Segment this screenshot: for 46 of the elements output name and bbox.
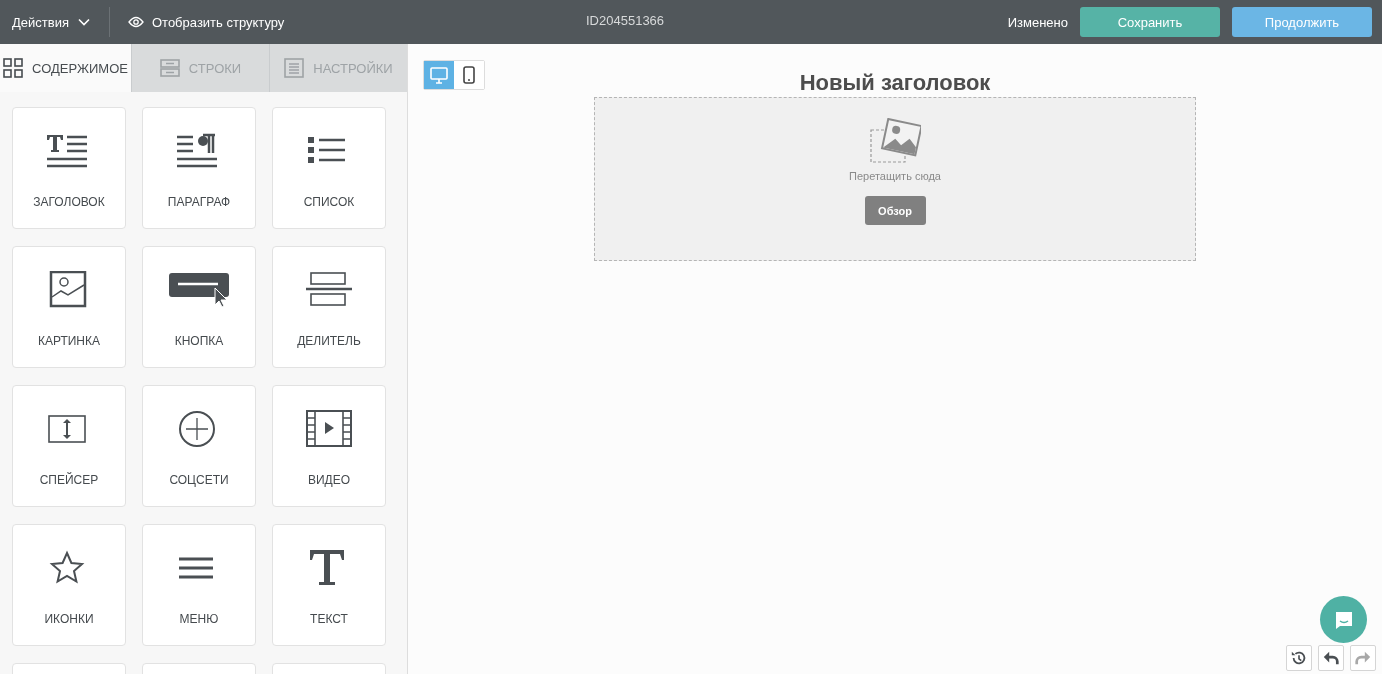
- block-label: МЕНЮ: [179, 612, 219, 626]
- block-label: СОЦСЕТИ: [169, 473, 229, 487]
- film-play-icon: [305, 410, 353, 450]
- block-label: ПАРАГРАФ: [167, 195, 231, 209]
- document-icon: [284, 58, 305, 78]
- content-block-tile[interactable]: СПИСОК: [272, 107, 386, 229]
- drop-hint: Перетащить сюда: [849, 170, 941, 182]
- block-label: ИКОНКИ: [44, 612, 94, 626]
- show-structure-toggle[interactable]: Отобразить структуру: [127, 14, 285, 30]
- content-block-tile[interactable]: ДЕЛИТЕЛЬ: [272, 246, 386, 368]
- content-block-tile[interactable]: ЗАГОЛОВОК: [12, 107, 126, 229]
- content-block-tile[interactable]: СПЕЙСЕР: [12, 385, 126, 507]
- block-label: ВИДЕО: [307, 473, 351, 487]
- content-block-tile[interactable]: КАРТИНКА: [12, 246, 126, 368]
- image-drop-zone[interactable]: Перетащить сюда Обзор: [594, 97, 1196, 261]
- block-label: ЗАГОЛОВОК: [33, 195, 105, 209]
- save-status: Изменено: [1007, 14, 1068, 30]
- content-block-tile[interactable]: ТЕКСТ: [272, 524, 386, 646]
- block-label: СПЕЙСЕР: [39, 473, 99, 487]
- image-placeholder-icon: [869, 118, 921, 164]
- content-block-tile[interactable]: СОЦСЕТИ: [142, 385, 256, 507]
- rows-icon: [159, 58, 180, 78]
- content-block-tile[interactable]: ИКОНКИ: [12, 524, 126, 646]
- eye-icon: [127, 16, 144, 28]
- block-label: КНОПКА: [174, 334, 224, 348]
- block-label: ТЕКСТ: [310, 612, 348, 626]
- sidebar-tab[interactable]: СОДЕРЖИМОЕ: [0, 44, 132, 92]
- content-block-tile[interactable]: ПАРАГРАФ: [142, 107, 256, 229]
- content-block-tile[interactable]: ВИДЕО: [272, 385, 386, 507]
- content-block-tile[interactable]: КНОПКА: [142, 246, 256, 368]
- history-icon: [1290, 649, 1308, 667]
- undo-icon: [1322, 649, 1340, 667]
- grid-icon: [3, 58, 24, 78]
- block-label: ДЕЛИТЕЛЬ: [297, 334, 361, 348]
- document-id: ID204551366: [586, 13, 665, 28]
- redo-icon: [1354, 649, 1372, 667]
- block-label: СПИСОК: [303, 195, 355, 209]
- browse-button[interactable]: Обзор: [864, 196, 926, 225]
- phone-icon: [460, 66, 478, 84]
- history-button[interactable]: [1286, 645, 1312, 671]
- undo-button[interactable]: [1318, 645, 1344, 671]
- actions-menu[interactable]: Действия: [12, 14, 91, 30]
- content-block-tile[interactable]: МЕНЮ: [142, 524, 256, 646]
- block-label: КАРТИНКА: [37, 334, 101, 348]
- monitor-icon: [430, 66, 448, 84]
- email-heading: Новый заголовок: [799, 70, 991, 96]
